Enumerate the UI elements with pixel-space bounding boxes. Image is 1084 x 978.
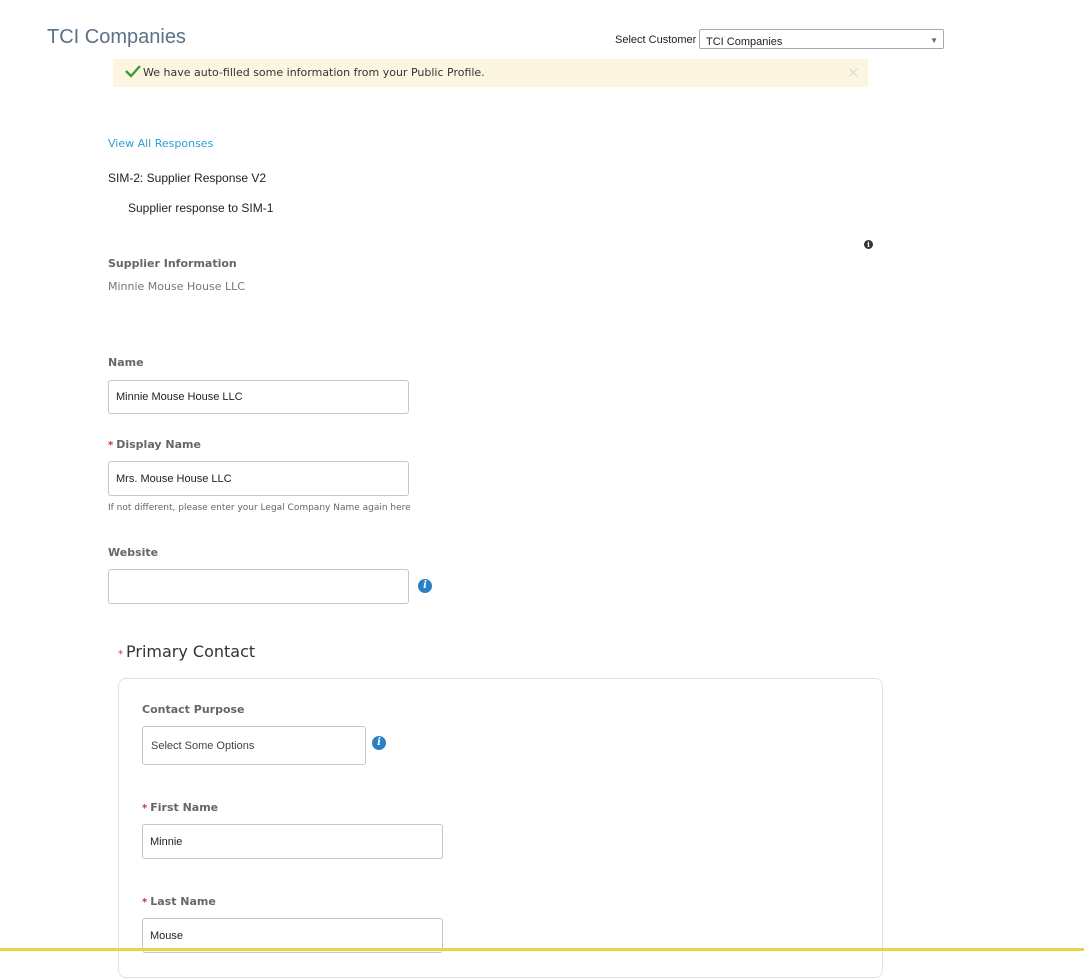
first-name-label: * First Name	[142, 801, 218, 814]
autofill-banner: We have auto-filled some information fro…	[113, 59, 868, 87]
display-name-hint: If not different, please enter your Lega…	[108, 503, 411, 513]
chevron-down-icon: ▼	[930, 36, 938, 45]
primary-contact-title: Primary Contact	[126, 642, 256, 661]
last-name-label: * Last Name	[142, 895, 216, 908]
website-label: Website	[108, 546, 159, 559]
required-mark: *	[118, 649, 123, 660]
supplier-information-value: Minnie Mouse House LLC	[108, 280, 245, 293]
supplier-information-label: Supplier Information	[108, 257, 237, 270]
view-all-responses-link[interactable]: View All Responses	[108, 137, 213, 150]
name-label: Name	[108, 356, 144, 369]
last-name-label-text: Last Name	[150, 895, 216, 908]
display-name-input[interactable]	[108, 461, 409, 496]
select-customer-dropdown[interactable]: TCI Companies ▼	[699, 29, 944, 49]
name-input[interactable]	[108, 380, 409, 414]
display-name-label: * Display Name	[108, 438, 201, 451]
contact-purpose-label: Contact Purpose	[142, 703, 245, 716]
required-mark: *	[142, 803, 148, 814]
primary-contact-heading: * Primary Contact	[118, 642, 255, 661]
contact-purpose-info-icon[interactable]: i	[372, 736, 386, 750]
website-info-icon[interactable]: i	[418, 579, 432, 593]
banner-message: We have auto-filled some information fro…	[143, 66, 485, 79]
required-mark: *	[108, 440, 114, 451]
first-name-label-text: First Name	[150, 801, 219, 814]
contact-purpose-placeholder: Select Some Options	[151, 740, 255, 752]
company-title: TCI Companies	[47, 26, 186, 48]
close-icon[interactable]: ✕	[847, 64, 860, 82]
display-name-label-text: Display Name	[116, 438, 201, 451]
select-customer-value: TCI Companies	[706, 36, 783, 48]
first-name-input[interactable]	[142, 824, 443, 859]
contact-purpose-select[interactable]: Select Some Options	[142, 726, 366, 765]
response-subtitle: Supplier response to SIM-1	[128, 201, 274, 215]
select-customer-label: Select Customer	[615, 34, 697, 46]
required-mark: *	[142, 897, 148, 908]
info-icon[interactable]: i	[864, 240, 873, 249]
response-title: SIM-2: Supplier Response V2	[108, 171, 267, 185]
checkmark-icon	[125, 65, 141, 78]
website-input[interactable]	[108, 569, 409, 604]
